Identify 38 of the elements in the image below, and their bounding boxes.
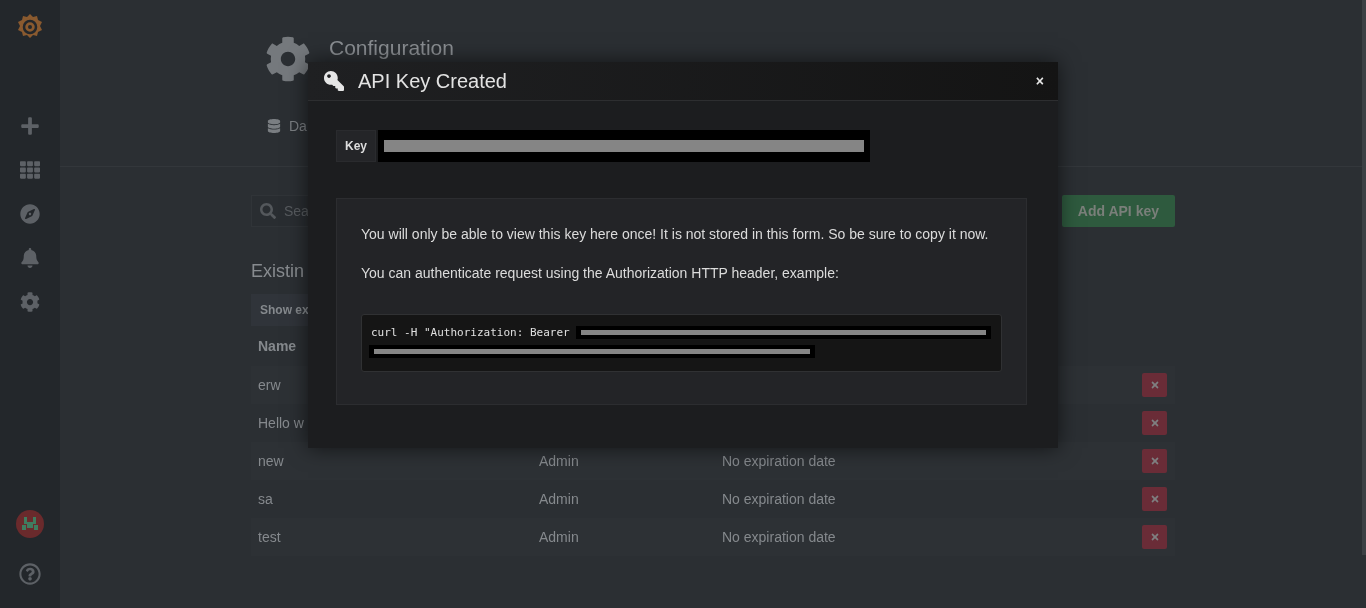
table-cell: No expiration date xyxy=(722,491,836,507)
key-label: Key xyxy=(336,130,376,162)
database-icon xyxy=(267,119,281,133)
code-text: curl -H "Authorization: Bearer xyxy=(371,326,570,339)
table-cell: Admin xyxy=(539,453,579,469)
delete-button[interactable] xyxy=(1142,411,1167,435)
avatar-icon[interactable] xyxy=(16,510,44,538)
delete-button[interactable] xyxy=(1142,487,1167,511)
delete-button[interactable] xyxy=(1142,373,1167,397)
close-icon xyxy=(1149,380,1160,390)
close-icon xyxy=(1149,456,1160,466)
close-button[interactable]: × xyxy=(1035,73,1044,89)
close-icon xyxy=(1149,494,1160,504)
table-cell: Admin xyxy=(539,491,579,507)
modal-title: API Key Created xyxy=(358,69,508,93)
tab[interactable]: Da xyxy=(265,118,307,134)
table-cell: erw xyxy=(258,377,281,393)
table-cell: sa xyxy=(258,491,273,507)
info-text: You will only be able to view this key here once! It is not stored in this form. So be sure to copy it now. xyxy=(361,226,990,242)
table-cell: Admin xyxy=(539,529,579,545)
delete-button[interactable] xyxy=(1142,449,1167,473)
close-icon xyxy=(1149,532,1160,542)
search-icon xyxy=(260,203,276,219)
table-cell: new xyxy=(258,453,284,469)
table-cell: No expiration date xyxy=(722,529,836,545)
close-icon xyxy=(1149,418,1160,428)
table-cell: No expiration date xyxy=(722,453,836,469)
add-api-key-button[interactable]: Add API key xyxy=(1061,195,1175,227)
section-title: Existin xyxy=(251,261,304,282)
key-value-field[interactable] xyxy=(378,130,870,162)
table-cell: test xyxy=(258,529,281,545)
settings-icon xyxy=(265,36,311,82)
key-icon xyxy=(324,71,344,91)
page-title: Configuration xyxy=(329,36,454,60)
delete-button[interactable] xyxy=(1142,525,1167,549)
info-text: You can authenticate request using the Authorization HTTP header, example: xyxy=(361,265,840,281)
table-cell: Hello w xyxy=(258,415,304,431)
column-header: Name xyxy=(257,337,297,356)
